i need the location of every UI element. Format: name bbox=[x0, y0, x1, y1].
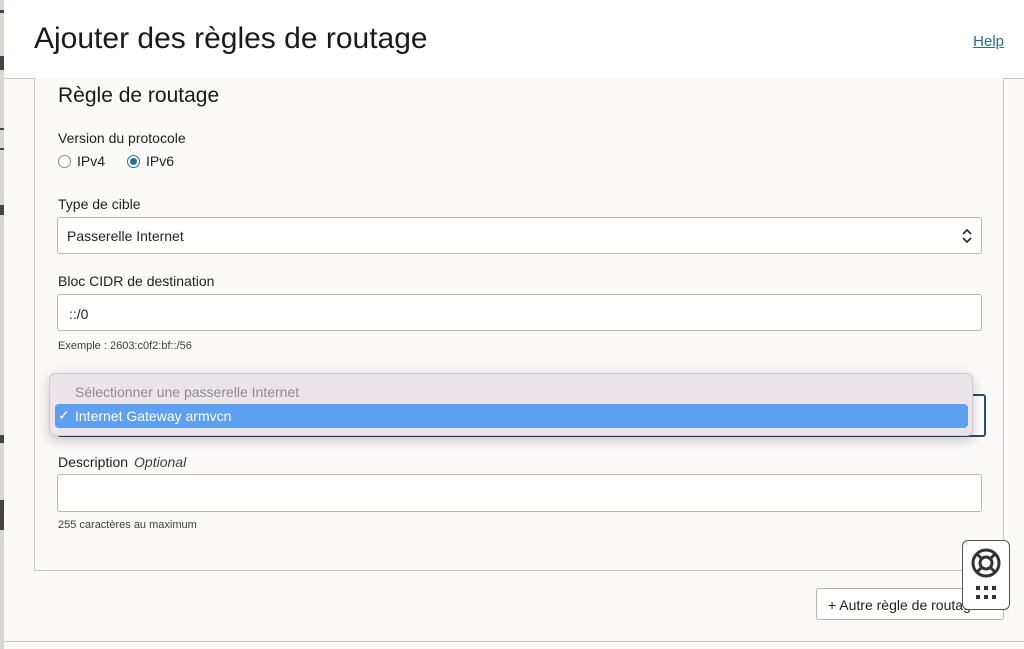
panel-header: Ajouter des règles de routage Help bbox=[4, 0, 1024, 79]
select-arrows-icon bbox=[962, 228, 972, 244]
protocol-version-label: Version du protocole bbox=[58, 130, 186, 146]
radio-ipv4-label: IPv4 bbox=[77, 153, 106, 169]
route-rule-title: Règle de routage bbox=[58, 84, 220, 107]
help-widget-button[interactable] bbox=[962, 540, 1010, 610]
help-link[interactable]: Help bbox=[973, 33, 1004, 50]
protocol-radio-group: IPv4 IPv6 bbox=[58, 153, 196, 169]
destination-cidr-label: Bloc CIDR de destination bbox=[58, 273, 215, 289]
destination-cidr-input[interactable]: ::/0 bbox=[57, 294, 982, 331]
target-type-label: Type de cible bbox=[58, 196, 141, 212]
dropdown-option-internet-gateway[interactable]: ✓ Internet Gateway armvcn bbox=[55, 404, 968, 428]
add-route-rules-panel: Ajouter des règles de routage Help Règle… bbox=[4, 0, 1024, 649]
description-label-text: Description bbox=[58, 454, 129, 470]
grid-icon bbox=[976, 586, 996, 599]
description-label: Description Optional bbox=[58, 454, 186, 470]
target-type-value: Passerelle Internet bbox=[67, 228, 184, 244]
page-title: Ajouter des règles de routage bbox=[34, 22, 428, 55]
target-type-select[interactable]: Passerelle Internet bbox=[57, 217, 982, 254]
dropdown-option-label: Internet Gateway armvcn bbox=[75, 408, 232, 424]
radio-ipv4-circle[interactable] bbox=[58, 154, 71, 168]
internet-gateway-dropdown-menu: Sélectionner une passerelle Internet ✓ I… bbox=[49, 373, 973, 436]
add-another-rule-label: + Autre règle de routage bbox=[828, 597, 979, 613]
route-rule-card: Règle de routage Version du protocole IP… bbox=[34, 78, 1004, 571]
description-input[interactable] bbox=[57, 474, 982, 512]
destination-cidr-hint: Exemple : 2603:c0f2:bf::/56 bbox=[58, 340, 192, 352]
radio-ipv6-circle[interactable] bbox=[127, 154, 141, 168]
lifebuoy-icon bbox=[971, 548, 1001, 578]
footer-divider bbox=[4, 641, 1024, 642]
radio-ipv6-label: IPv6 bbox=[146, 153, 175, 169]
radio-ipv6[interactable]: IPv6 bbox=[127, 153, 174, 169]
checkmark-icon: ✓ bbox=[58, 407, 70, 423]
description-hint: 255 caractères au maximum bbox=[58, 519, 197, 531]
optional-tag: Optional bbox=[134, 454, 187, 470]
radio-ipv4[interactable]: IPv4 bbox=[58, 153, 105, 169]
destination-cidr-value: ::/0 bbox=[69, 306, 89, 322]
dropdown-placeholder-option: Sélectionner une passerelle Internet bbox=[75, 384, 300, 400]
